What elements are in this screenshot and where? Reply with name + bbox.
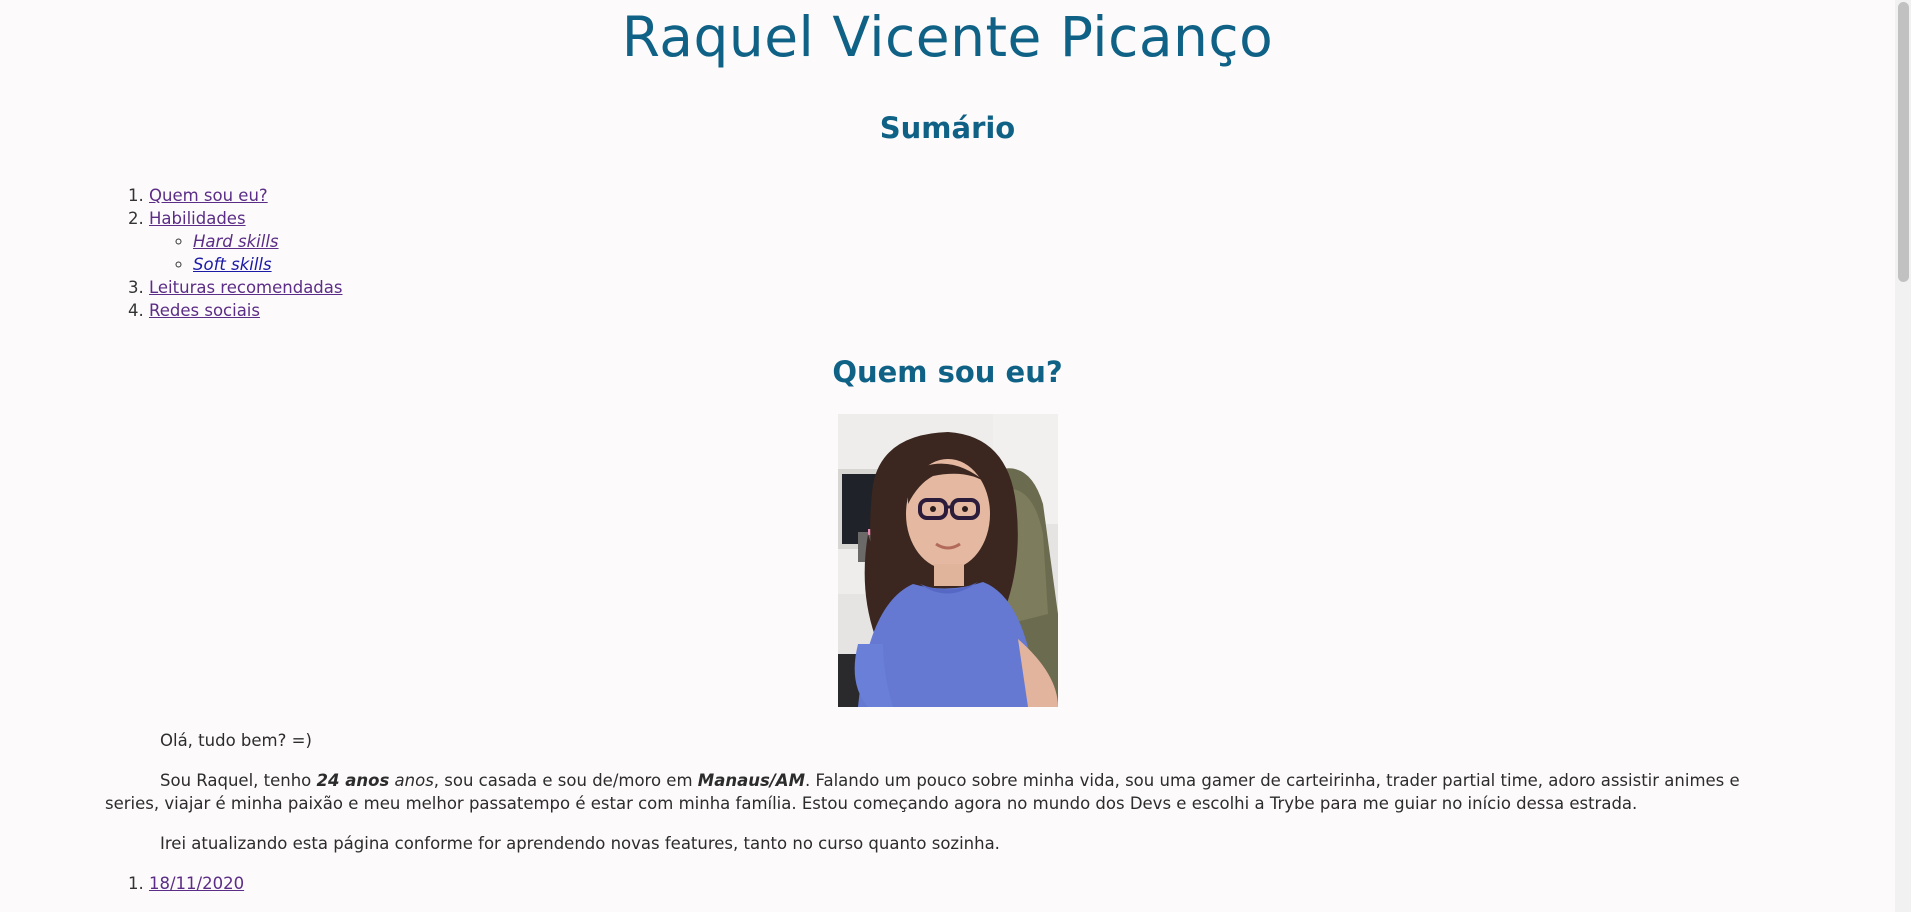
summary-item: Redes sociais — [149, 299, 1895, 322]
scrollbar[interactable] — [1895, 0, 1911, 912]
city-text: Manaus/AM — [697, 771, 805, 790]
about-content: Olá, tudo bem? =) Sou Raquel, tenho 24 a… — [0, 729, 1895, 855]
page: Raquel Vicente Picanço Sumário Quem sou … — [0, 0, 1895, 912]
age-unit-text: anos — [389, 771, 434, 790]
summary-list: Quem sou eu? Habilidades Hard skills Sof… — [0, 184, 1895, 322]
summary-link-habilidades[interactable]: Habilidades — [149, 209, 246, 228]
summary-link-leituras[interactable]: Leituras recomendadas — [149, 278, 343, 297]
profile-photo — [837, 414, 1058, 707]
summary-subitem: Soft skills — [193, 253, 1895, 276]
summary-link-hard-skills[interactable]: Hard skills — [193, 232, 279, 251]
summary-item: Habilidades Hard skills Soft skills — [149, 207, 1895, 276]
summary-link-redes-sociais[interactable]: Redes sociais — [149, 301, 260, 320]
greeting-text: Olá, tudo bem? =) — [160, 731, 312, 750]
summary-link-soft-skills[interactable]: Soft skills — [193, 255, 272, 274]
summary-link-quem-sou-eu[interactable]: Quem sou eu? — [149, 186, 268, 205]
summary-subitem: Hard skills — [193, 230, 1895, 253]
intro-text: Sou Raquel, tenho — [160, 771, 317, 790]
page-title: Raquel Vicente Picanço — [621, 5, 1274, 69]
summary-item: Quem sou eu? — [149, 184, 1895, 207]
scrollbar-thumb[interactable] — [1898, 2, 1909, 282]
summary-sublist: Hard skills Soft skills — [149, 230, 1895, 276]
photo-container — [0, 414, 1895, 711]
update-date-link[interactable]: 18/11/2020 — [149, 874, 244, 893]
updates-list: 18/11/2020 — [0, 872, 1895, 895]
summary-heading: Sumário — [879, 111, 1016, 145]
intro-text: , sou casada e sou de/moro em — [433, 771, 698, 790]
update-note: Irei atualizando esta página conforme fo… — [160, 834, 1000, 853]
summary-item: Leituras recomendadas — [149, 276, 1895, 299]
about-heading: Quem sou eu? — [832, 355, 1063, 389]
age-text: 24 anos — [316, 771, 390, 790]
intro-paragraph: Sou Raquel, tenho 24 anos anos, sou casa… — [105, 769, 1790, 815]
update-item: 18/11/2020 — [149, 872, 1895, 895]
